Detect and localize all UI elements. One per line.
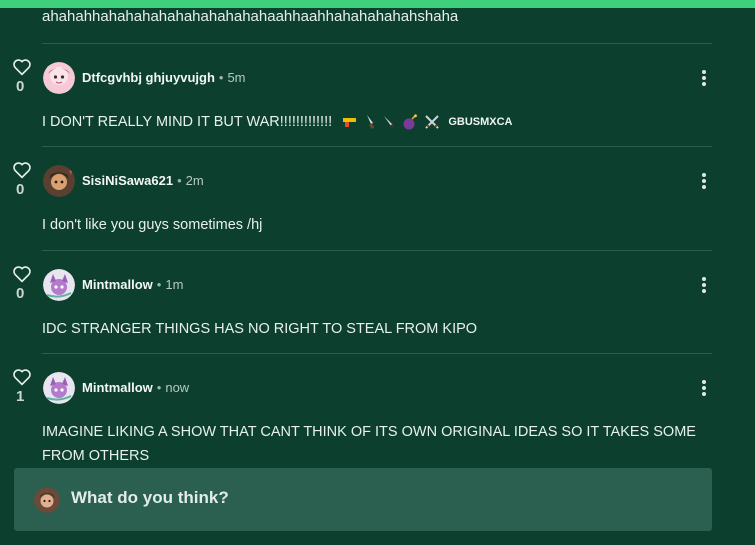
comment-divider — [42, 146, 712, 147]
comment-meta: Mintmallow • 1m — [82, 277, 183, 292]
comment-divider — [42, 250, 712, 251]
avatar[interactable] — [43, 62, 75, 94]
username[interactable]: Dtfcgvhbj ghjuyvujgh — [82, 70, 215, 85]
timestamp: 2m — [185, 173, 204, 188]
avatar[interactable] — [43, 269, 75, 301]
meta-separator: • — [218, 70, 224, 85]
heart-icon[interactable] — [12, 161, 32, 179]
timestamp: 1m — [165, 277, 184, 292]
username[interactable]: Mintmallow — [82, 277, 153, 292]
meta-separator: • — [156, 380, 162, 395]
like-count: 1 — [16, 388, 25, 405]
more-options-icon[interactable] — [700, 275, 708, 295]
gun-icon — [343, 118, 357, 128]
bomb-icon — [403, 114, 418, 130]
heart-icon[interactable] — [12, 368, 32, 386]
meta-separator: • — [177, 173, 182, 188]
more-options-icon[interactable] — [700, 68, 708, 88]
reply-input[interactable]: What do you think? — [14, 468, 712, 531]
avatar — [34, 487, 60, 513]
more-options-icon[interactable] — [700, 378, 708, 398]
like-count: 0 — [16, 285, 25, 302]
heart-icon[interactable] — [12, 58, 32, 76]
comment-body: IDC STRANGER THINGS HAS NO RIGHT TO STEA… — [42, 321, 478, 337]
avatar[interactable] — [43, 165, 75, 197]
like-count: 0 — [16, 181, 25, 198]
meta-separator: • — [156, 277, 162, 292]
comment-divider — [42, 43, 712, 44]
heart-icon[interactable] — [12, 265, 32, 283]
comment-meta: Mintmallow • now — [82, 380, 189, 395]
timestamp: 5m — [227, 70, 246, 85]
previous-comment-text: ahahahhahahahahahahahahahahaahhaahhahaha… — [42, 8, 459, 25]
comment-meta: SisiNiSawa621 • 2m — [82, 173, 204, 188]
avatar[interactable] — [43, 372, 75, 404]
comment-body: I DON'T REALLY MIND IT BUT WAR!!!!!!!!!!… — [42, 114, 333, 130]
comment-divider — [42, 353, 712, 354]
timestamp: now — [165, 380, 190, 395]
like-count: 0 — [16, 78, 25, 95]
crossed-swords-icon — [425, 115, 440, 129]
knife-icon — [384, 116, 396, 130]
more-options-icon[interactable] — [700, 171, 708, 191]
top-accent-bar — [0, 0, 755, 8]
comment-text: I DON'T REALLY MIND IT BUT WAR!!!!!!!!!!… — [42, 110, 722, 134]
username[interactable]: Mintmallow — [82, 380, 153, 395]
emoji-row: GBUSMXCA — [342, 110, 513, 134]
knife-icon — [367, 115, 375, 130]
reply-placeholder[interactable]: What do you think? — [71, 488, 229, 508]
comment-meta: Dtfcgvhbj ghjuyvujgh • 5m — [82, 70, 246, 85]
username[interactable]: SisiNiSawa621 — [82, 173, 173, 188]
comment-body: I don't like you guys sometimes /hj — [42, 217, 263, 233]
comment-body: IMAGINE LIKING A SHOW THAT CANT THINK OF… — [42, 424, 696, 464]
text-tag: GBUSMXCA — [448, 116, 513, 129]
